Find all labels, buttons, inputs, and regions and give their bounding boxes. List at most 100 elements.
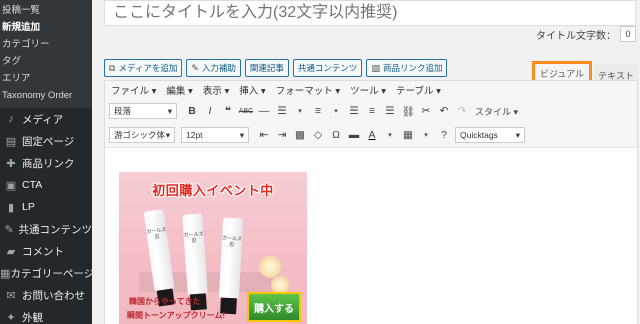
tube-label: ガールズ 忍: [221, 235, 243, 249]
menu-item-category-pages[interactable]: ▦ カテゴリーページ: [0, 262, 94, 284]
chevron-down-icon: ▾: [165, 129, 170, 140]
undo-icon[interactable]: ↶: [435, 102, 453, 120]
cta-icon: ▣: [5, 179, 17, 192]
clear-format-icon[interactable]: ◇: [309, 126, 327, 144]
font-family-value: 游ゴシック体: [114, 130, 166, 140]
indent-icon[interactable]: ⇥: [273, 126, 291, 144]
dropdown-arrow-icon[interactable]: ▾: [381, 126, 399, 144]
help-icon[interactable]: ?: [435, 126, 453, 144]
submenu-item-categories[interactable]: カテゴリー: [0, 36, 92, 53]
menu-item-media[interactable]: ♪ メディア: [0, 108, 92, 130]
chevron-down-icon: ▾: [239, 129, 244, 140]
unlink-icon[interactable]: ✂: [417, 102, 435, 120]
numbered-list-icon[interactable]: ≡: [309, 102, 327, 120]
menu-item-product-links[interactable]: ✚ 商品リンク: [0, 152, 92, 174]
flower-decoration: [259, 256, 281, 278]
chevron-down-icon: ▾: [515, 129, 520, 140]
dropdown-arrow-icon[interactable]: ▾: [417, 126, 435, 144]
admin-sidebar: 投稿一覧 新規追加 カテゴリー タグ エリア Taxonomy Order ♪ …: [0, 0, 94, 324]
menu-item-contact[interactable]: ✉ お問い合わせ: [0, 284, 92, 306]
menu-file[interactable]: ファイル ▾: [111, 83, 156, 97]
related-posts-button[interactable]: 関連記事: [244, 59, 289, 77]
chevron-down-icon: ▾: [167, 105, 172, 116]
editor-menubar: ファイル ▾ 編集 ▾ 表示 ▾ 挿入 ▾ フォーマット ▾ ツール ▾ テーブ…: [105, 81, 637, 99]
special-char-icon[interactable]: Ω: [327, 126, 345, 144]
horizontal-rule-icon[interactable]: —: [255, 102, 273, 120]
menu-item-label: 共通コンテンツ: [18, 223, 93, 236]
common-content-label: 共通コンテンツ: [297, 63, 358, 73]
menu-item-label: 固定ページ: [22, 135, 75, 148]
submenu-item-area[interactable]: エリア: [0, 70, 92, 87]
italic-icon[interactable]: I: [201, 102, 219, 120]
submenu-item-tags[interactable]: タグ: [0, 53, 92, 70]
editor-toolbar-1: 段落 ▾ B I ❝ ABC — ☰ ▾ ≡ ▾ ☰ ≡ ☰ ⛓ ✂ ↶ ↷ ス…: [105, 99, 637, 123]
product-tube-image: ガールズ 忍: [218, 217, 244, 315]
add-media-button[interactable]: ⧉ メディアを追加: [104, 59, 183, 77]
align-left-icon[interactable]: ☰: [345, 102, 363, 120]
cart-icon: ✚: [6, 157, 16, 170]
dropdown-arrow-icon[interactable]: ▾: [327, 102, 345, 120]
buy-button-image: 購入する: [247, 292, 301, 322]
menu-item-label: CTA: [22, 179, 43, 191]
menu-view[interactable]: 表示 ▾: [203, 83, 229, 97]
dropdown-arrow-icon[interactable]: ▾: [291, 102, 309, 120]
menu-item-label: メディア: [22, 113, 64, 126]
menu-tools[interactable]: ツール ▾: [350, 83, 386, 97]
title-count-value: 0: [620, 26, 636, 42]
menu-item-comments[interactable]: ▰ コメント: [0, 240, 92, 262]
text-color-icon[interactable]: A: [363, 126, 381, 144]
table-icon[interactable]: ▦: [399, 126, 417, 144]
redo-icon[interactable]: ↷: [453, 102, 471, 120]
submenu-item-all-posts[interactable]: 投稿一覧: [0, 2, 92, 19]
banner-subtext-2: 瞬間トーンアップクリーム!: [127, 311, 226, 320]
tube-label: ガールズ 忍: [183, 231, 204, 245]
menu-item-pages[interactable]: ▤ 固定ページ: [0, 130, 92, 152]
promo-banner-image[interactable]: 初回購入イベント中 ガールズ 忍 ガールズ 忍 ガールズ 忍 韓国からやってきた…: [119, 172, 307, 324]
common-content-button[interactable]: 共通コンテンツ: [292, 59, 363, 77]
blockquote-icon[interactable]: ❝: [219, 102, 237, 120]
bold-icon[interactable]: B: [183, 102, 201, 120]
menu-item-label: コメント: [22, 245, 64, 258]
posts-submenu: 投稿一覧 新規追加 カテゴリー タグ エリア Taxonomy Order: [0, 0, 92, 108]
lp-icon: ▮: [7, 201, 15, 214]
quicktags-value: Quicktags: [460, 130, 498, 140]
menu-format[interactable]: フォーマット ▾: [276, 83, 340, 97]
menu-item-appearance[interactable]: ✦ 外観: [0, 306, 92, 324]
category-page-icon: ▦: [0, 267, 11, 280]
style-dropdown[interactable]: スタイル ▾: [471, 102, 522, 120]
block-format-select[interactable]: 段落 ▾: [109, 103, 177, 119]
media-icon: ♪: [8, 113, 14, 125]
mail-icon: ✉: [6, 289, 16, 302]
add-product-link-button[interactable]: ▧ 商品リンク追加: [366, 59, 448, 77]
submenu-item-add-new[interactable]: 新規追加: [0, 19, 92, 36]
editor-content-area[interactable]: 初回購入イベント中 ガールズ 忍 ガールズ 忍 ガールズ 忍 韓国からやってきた…: [105, 147, 637, 324]
menu-edit[interactable]: 編集 ▾: [166, 83, 192, 97]
menu-item-common-content[interactable]: ✎ 共通コンテンツ: [0, 218, 92, 240]
bullet-list-icon[interactable]: ☰: [273, 102, 291, 120]
align-right-icon[interactable]: ☰: [381, 102, 399, 120]
add-product-link-label: 商品リンク追加: [382, 63, 443, 73]
menu-item-label: 商品リンク: [22, 157, 75, 170]
product-tube-image: ガールズ 忍: [182, 213, 208, 311]
font-family-select[interactable]: 游ゴシック体 ▾: [109, 127, 175, 143]
title-count-label: タイトル文字数：: [536, 30, 616, 42]
comment-icon: ▰: [6, 245, 16, 258]
strikethrough-icon[interactable]: ABC: [237, 102, 255, 120]
banner-subtext-1: 韓国からやってきた: [129, 297, 201, 306]
input-assist-button[interactable]: ✎ 入力補助: [186, 59, 241, 77]
submenu-item-taxonomy-order[interactable]: Taxonomy Order: [0, 87, 92, 104]
content-icon: ✎: [4, 223, 14, 236]
menu-table[interactable]: テーブル ▾: [396, 83, 441, 97]
align-center-icon[interactable]: ≡: [363, 102, 381, 120]
menu-item-cta[interactable]: ▣ CTA: [0, 174, 92, 196]
menu-item-lp[interactable]: ▮ LP: [0, 196, 92, 218]
paste-text-icon[interactable]: ▩: [291, 126, 309, 144]
quicktags-select[interactable]: Quicktags ▾: [455, 127, 525, 143]
menu-insert[interactable]: 挿入 ▾: [239, 83, 265, 97]
insert-media-icon[interactable]: ▬: [345, 126, 363, 144]
outdent-icon[interactable]: ⇤: [255, 126, 273, 144]
link-icon[interactable]: ⛓: [399, 102, 417, 120]
media-add-icon: ⧉: [109, 62, 116, 73]
font-size-select[interactable]: 12pt ▾: [181, 127, 249, 143]
post-title-input[interactable]: [104, 0, 636, 26]
